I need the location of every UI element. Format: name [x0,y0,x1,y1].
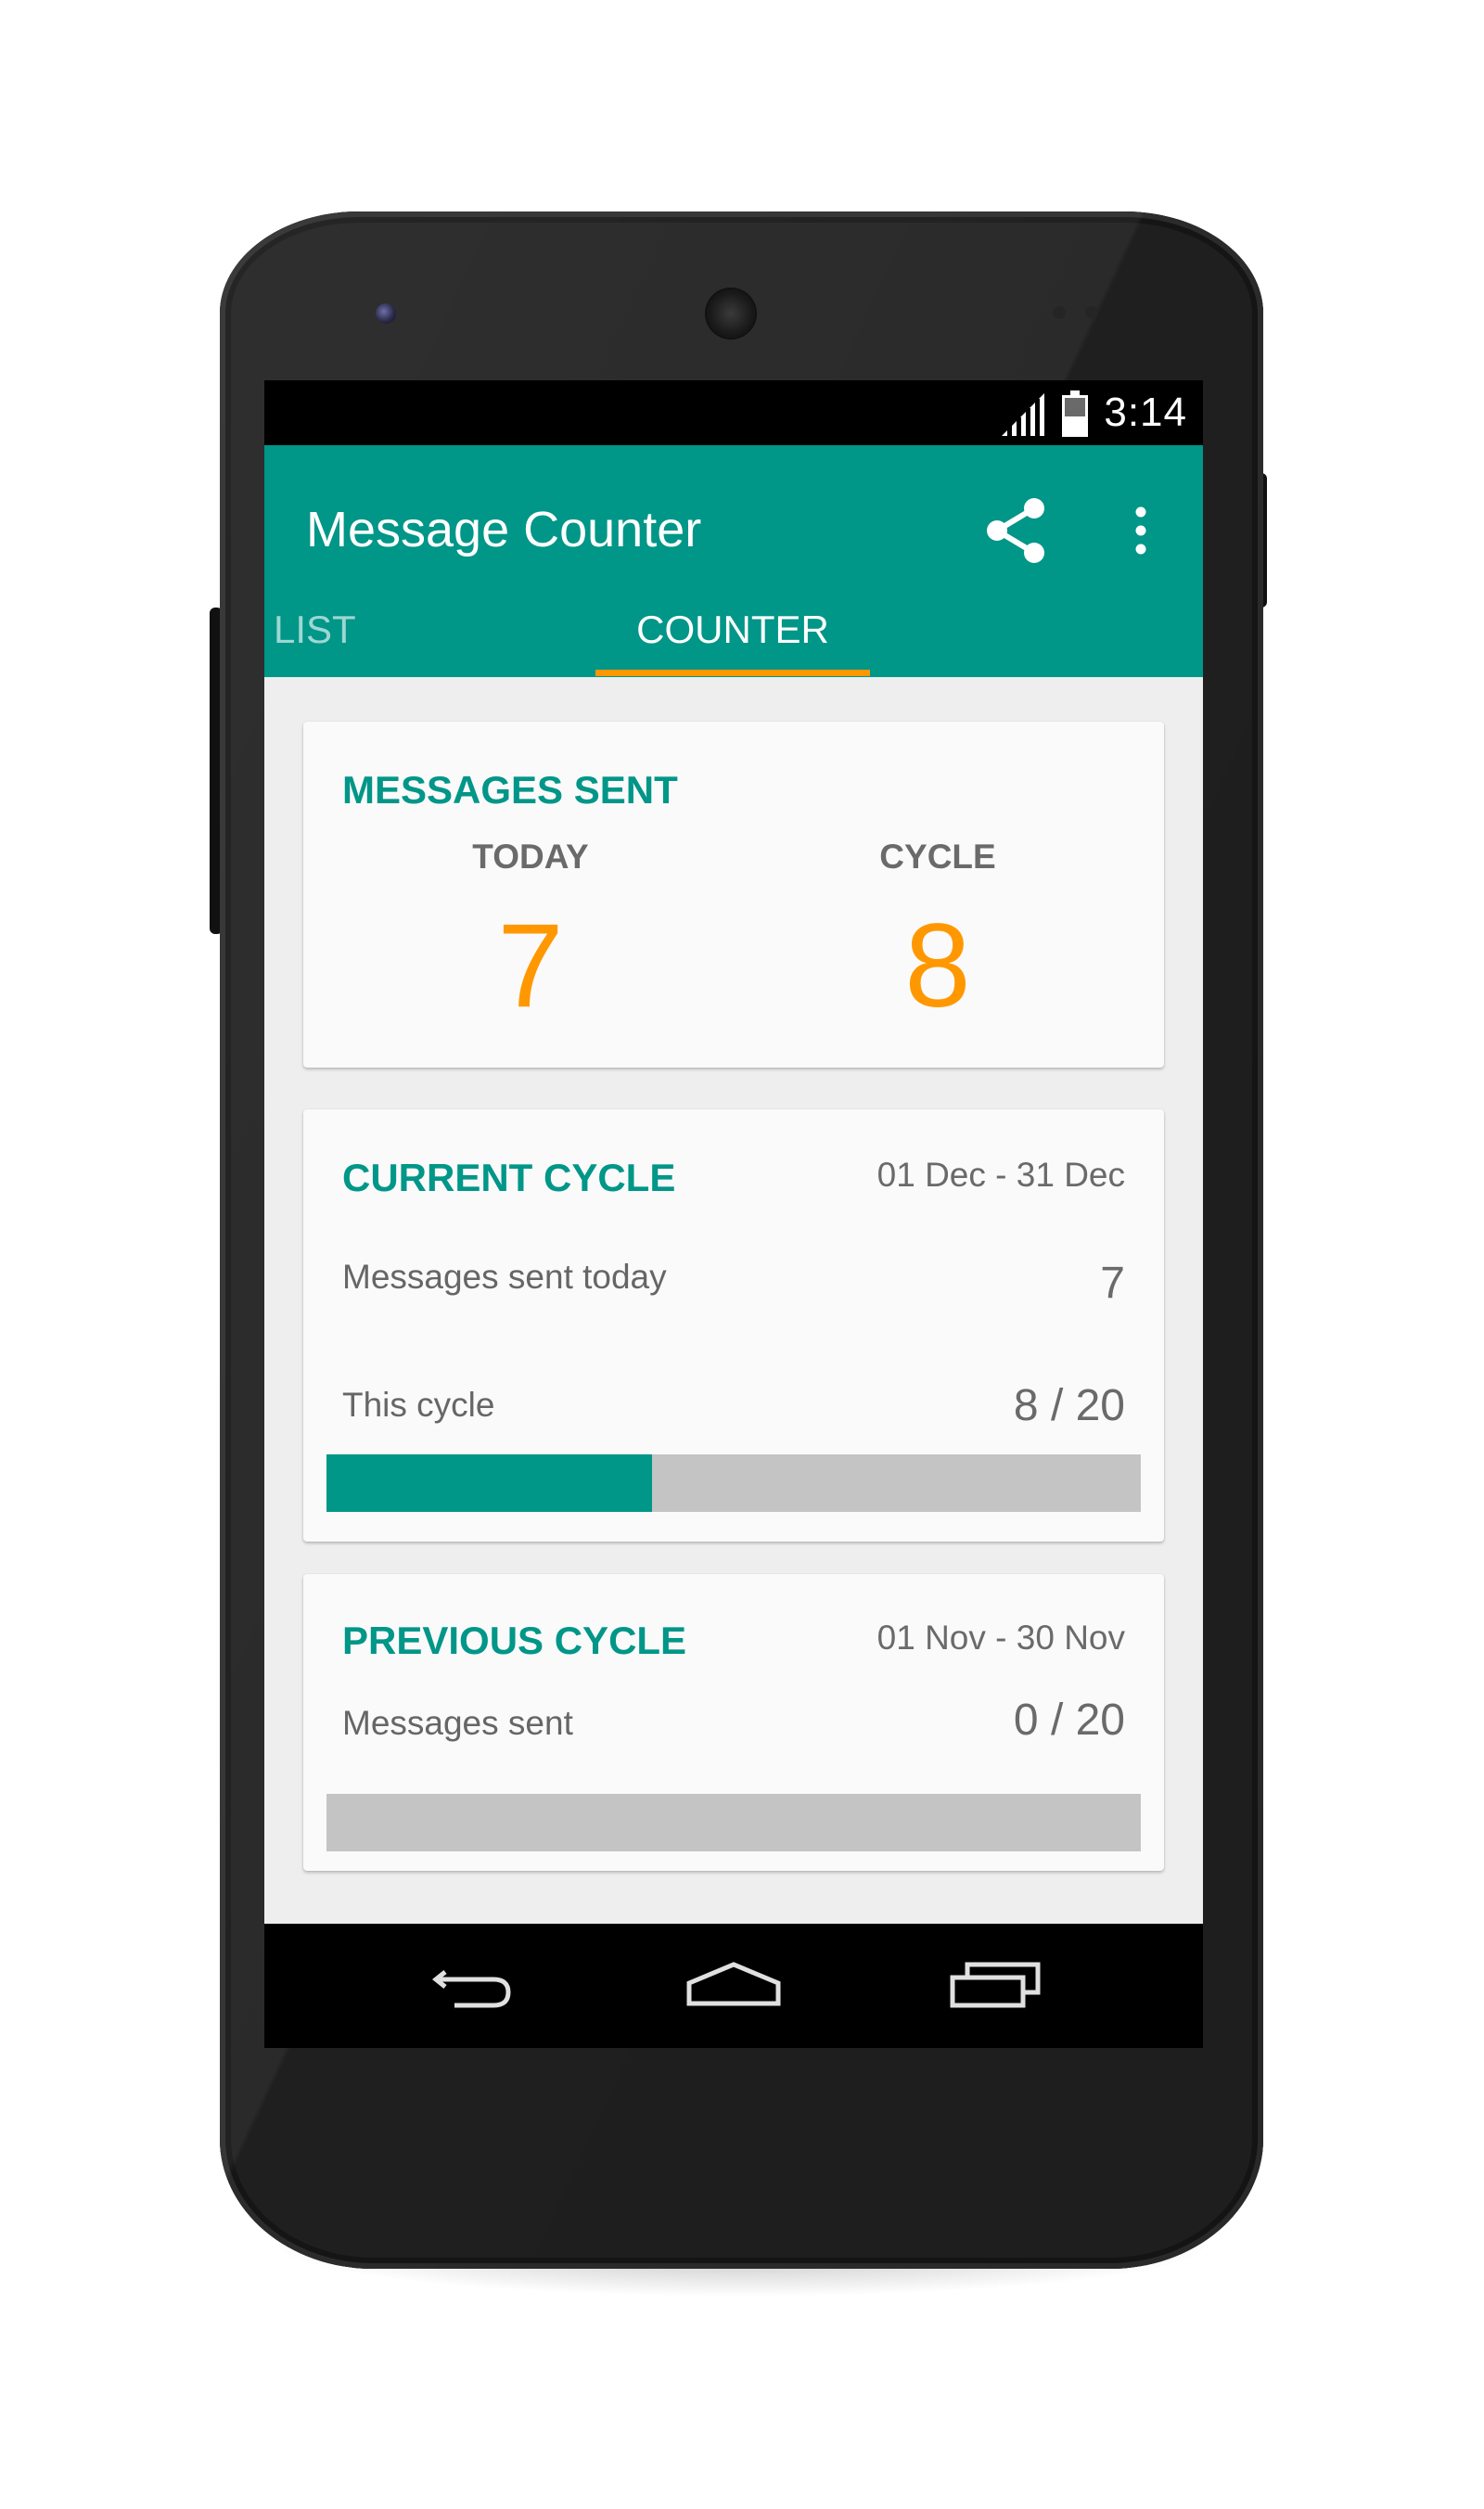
today-count: 7 [497,900,564,1032]
date-range: 01 Dec - 31 Dec [876,1156,1125,1194]
app-title: Message Counter [306,502,702,557]
home-icon [686,1962,781,2006]
cycle-progress-bar [326,1454,1141,1512]
tab-list[interactable]: LIST [274,608,385,652]
status-time: 3:14 [1104,390,1187,435]
device-stage: 3:14 Message Counter LIST COUNTER MESSAG… [0,0,1484,2509]
screen: 3:14 Message Counter LIST COUNTER MESSAG… [264,380,1203,2048]
navigation-bar [264,1924,1203,2048]
more-vert-icon [1135,506,1146,555]
today-label: TODAY [472,838,589,876]
cycle-count: 8 [904,900,971,1032]
tab-indicator [595,670,870,676]
cycle-progress-fill [326,1454,653,1512]
battery-icon [1062,390,1088,437]
home-button[interactable] [678,1944,789,2028]
messages-sent-card: MESSAGES SENT TODAY CYCLE 7 8 [303,722,1164,1068]
recents-button[interactable] [940,1944,1051,2028]
card-title: CURRENT CYCLE [342,1156,676,1199]
tab-counter[interactable]: COUNTER [595,608,870,652]
signal-icon [1002,393,1044,436]
date-range: 01 Nov - 30 Nov [876,1619,1125,1657]
share-icon [987,498,1044,563]
previous-cycle-card: PREVIOUS CYCLE 01 Nov - 30 Nov Messages … [303,1574,1164,1871]
back-button[interactable] [417,1944,529,2028]
cycle-label: CYCLE [879,838,996,876]
previous-progress-bar [326,1794,1141,1851]
this-cycle-label: This cycle [342,1386,495,1424]
earpiece-speaker [707,289,755,338]
current-cycle-card: CURRENT CYCLE 01 Dec - 31 Dec Messages s… [303,1109,1164,1542]
app-bar: Message Counter LIST COUNTER [264,445,1203,677]
light-sensor [1085,306,1098,319]
status-bar: 3:14 [264,380,1203,445]
messages-sent-label: Messages sent [342,1704,573,1742]
card-title: MESSAGES SENT [342,768,678,812]
this-cycle-value: 8 / 20 [1013,1381,1125,1430]
front-camera [376,303,396,324]
back-icon [431,1970,511,2008]
overflow-menu-button[interactable] [1122,493,1159,568]
messages-sent-value: 0 / 20 [1013,1696,1125,1745]
recents-icon [950,1962,1041,2008]
messages-today-label: Messages sent today [342,1258,667,1296]
share-button[interactable] [979,493,1053,568]
messages-today-value: 7 [1100,1259,1125,1308]
card-title: PREVIOUS CYCLE [342,1619,687,1662]
proximity-sensor [1053,306,1066,319]
